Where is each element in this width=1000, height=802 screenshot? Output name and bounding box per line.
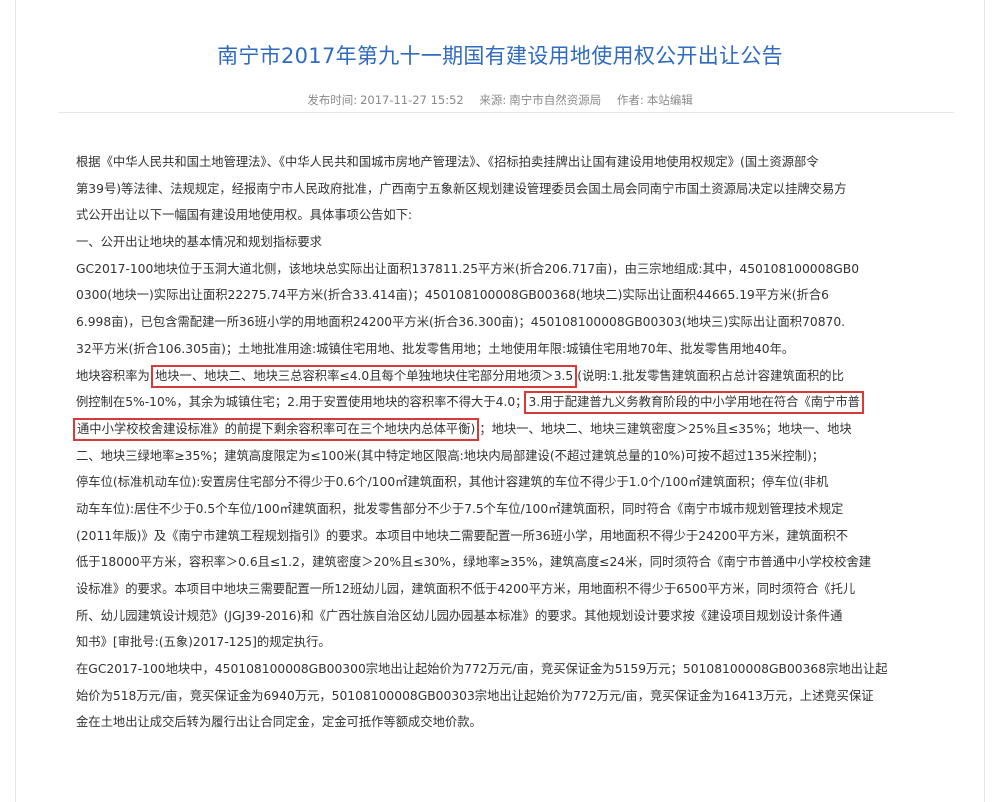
body-line: 停车位(标准机动车位):安置房住宅部分不得少于0.6个/100㎡建筑面积，其他计… bbox=[76, 475, 829, 490]
body-line: 知书》[审批号:(五象)2017-125]的规定执行。 bbox=[76, 635, 331, 650]
body-line: (2011年版)》及《南宁市建筑工程规划指引》的要求。本项目中地块二需要配置一所… bbox=[76, 528, 848, 543]
body-line: 在GC2017-100地块中，450108100008GB00300宗地出让起始… bbox=[76, 662, 888, 677]
body-line: 根据《中华人民共和国土地管理法》、《中华人民共和国城市房地产管理法》、《招标拍卖… bbox=[76, 155, 819, 169]
author-value: 本站编辑 bbox=[646, 93, 693, 107]
far-prefix: 地块容积率为: bbox=[76, 368, 154, 383]
highlight-box-school-a: 3.用于配建普九义务教育阶段的中小学用地在符合《南宁市普 bbox=[524, 391, 864, 415]
body-line: 地块容积率为:地块一、地块二、地块三总容积率≤4.0且每个单独地块住宅部分用地须… bbox=[76, 363, 944, 390]
far-note-cont: 例控制在5%-10%，其余为城镇住宅；2.用于安置使用地块的容积率不得大于4.0… bbox=[76, 395, 528, 410]
source-label: 来源: bbox=[479, 93, 507, 107]
body-line: 6.998亩)，已包含需配建一所36班小学的用地面积24200平方米(折合36.… bbox=[76, 315, 846, 330]
density-text: ；地块一、地块二、地块三建筑密度＞25%且≤35%；地块一、地块 bbox=[479, 421, 852, 436]
meta-divider bbox=[58, 112, 954, 113]
publish-time-label: 发布时间: bbox=[307, 93, 358, 107]
author: 作者: 本站编辑 bbox=[617, 93, 693, 107]
article-meta: 发布时间: 2017-11-27 15:52 来源: 南宁市自然资源局 作者: 本站编… bbox=[0, 92, 1000, 108]
body-line: GC2017-100地块位于玉洞大道北侧，该地块总实际出让面积137811.25… bbox=[76, 261, 860, 276]
highlight-box-far: 地块一、地块二、地块三总容积率≤4.0且每个单独地块住宅部分用地须＞3.5 bbox=[150, 364, 578, 388]
source-value: 南宁市自然资源局 bbox=[509, 93, 602, 107]
body-line: 通中小学校校舍建设标准》的前提下剩余容积率可在三个地块内总体平衡) ；地块一、地块… bbox=[73, 416, 944, 443]
body-line: 第39号)等法律、法规规定，经报南宁市人民政府批准，广西南宁五象新区规划建设管理… bbox=[76, 181, 847, 196]
article-body: 根据《中华人民共和国土地管理法》、《中华人民共和国城市房地产管理法》、《招标拍卖… bbox=[73, 149, 944, 736]
body-line: 设标准》的要求。本项目中地块三需要配置一所12班幼儿园，建筑面积不低于4200平… bbox=[76, 582, 856, 596]
body-line: 0300(地块一)实际出让面积22275.74平方米(折合33.414亩)；45… bbox=[76, 288, 829, 303]
article-title: 南宁市2017年第九十一期国有建设用地使用权公开出让公告 bbox=[217, 44, 783, 68]
author-label: 作者: bbox=[616, 93, 644, 107]
source: 来源: 南宁市自然资源局 bbox=[479, 93, 601, 107]
body-line: 32平方米(折合106.305亩)；土地批准用途:城镇住宅用地、批发零售用地；土… bbox=[76, 341, 795, 356]
body-line: 金在土地出让成交后转为履行出让合同定金，定金可抵作等额成交地价款。 bbox=[76, 715, 482, 730]
section-heading: 一、公开出让地块的基本情况和规划指标要求 bbox=[76, 235, 322, 250]
body-line: 例控制在5%-10%，其余为城镇住宅；2.用于安置使用地块的容积率不得大于4.0… bbox=[76, 389, 944, 416]
body-line: 始价为518万元/亩，竞买保证金为6940万元，50108100008GB003… bbox=[76, 688, 874, 703]
body-line: 二、地块三绿地率≥35%；建筑高度限定为≤100米(其中特定地区限高:地块内局部… bbox=[76, 448, 825, 463]
highlight-box-school-b: 通中小学校校舍建设标准》的前提下剩余容积率可在三个地块内总体平衡) bbox=[73, 417, 480, 441]
body-line: 动车车位):居住不少于0.5个车位/100㎡建筑面积，批发零售部分不少于7.5个… bbox=[76, 501, 844, 516]
far-note: (说明:1.批发零售建筑面积占总计容建筑面积的比 bbox=[577, 368, 844, 383]
publish-time-value: 2017-11-27 15:52 bbox=[360, 93, 464, 107]
body-line: 所、幼儿园建筑设计规范》(JGJ39-2016)和《广西壮族自治区幼儿园办园基本… bbox=[76, 608, 843, 623]
body-line: 低于18000平方米，容积率＞0.6且≤1.2，建筑密度＞20%且≤30%，绿地… bbox=[76, 555, 872, 570]
body-line: 式公开出让以下一幅国有建设用地使用权。具体事项公告如下: bbox=[76, 208, 413, 223]
publish-time: 发布时间: 2017-11-27 15:52 bbox=[307, 93, 464, 107]
